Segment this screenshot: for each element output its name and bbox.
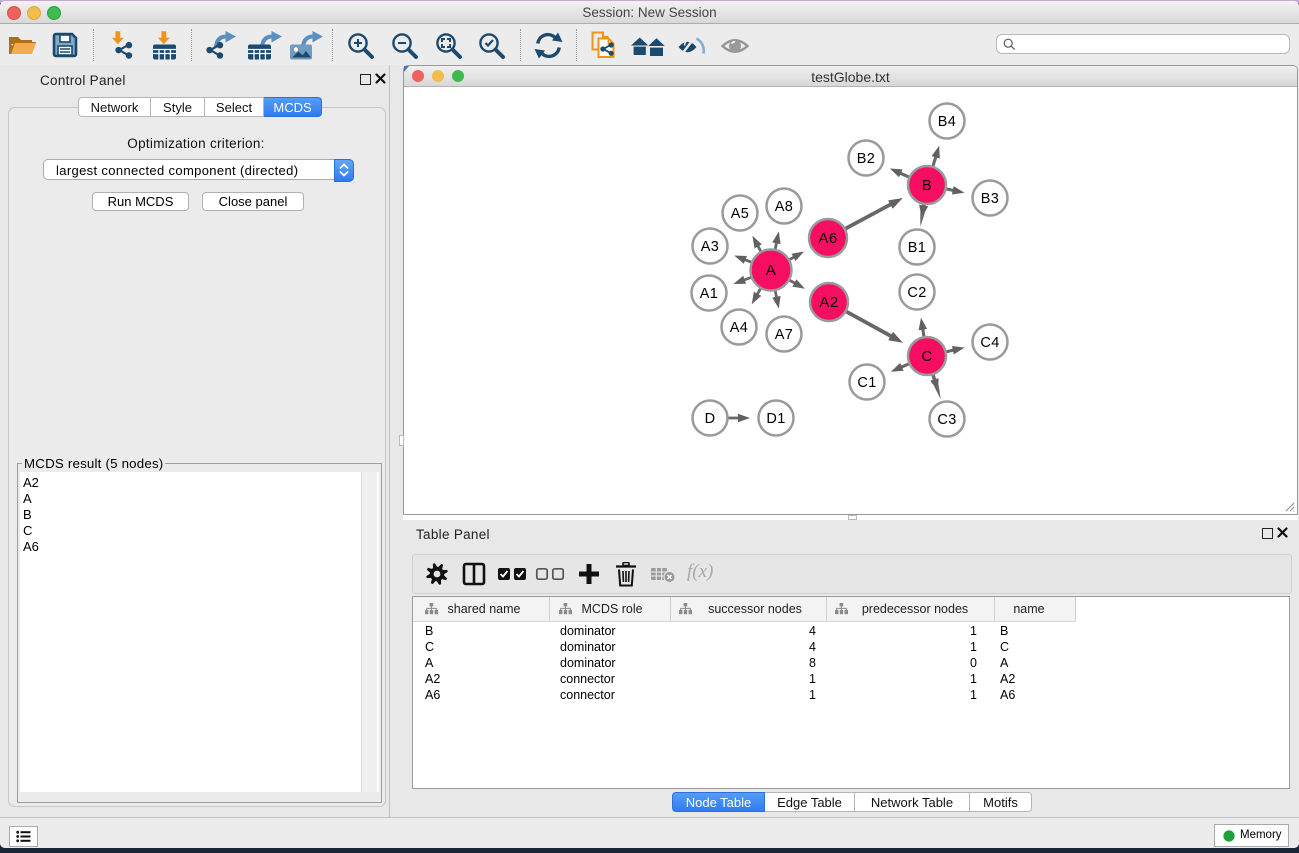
svg-text:B4: B4 [938,114,957,130]
svg-text:B3: B3 [981,191,1000,207]
svg-text:A8: A8 [775,199,794,215]
svg-text:C4: C4 [980,335,999,351]
svg-text:C2: C2 [907,285,926,301]
svg-text:D1: D1 [766,411,785,427]
svg-text:A7: A7 [775,327,794,343]
svg-text:A5: A5 [731,206,750,222]
svg-text:C1: C1 [857,375,876,391]
svg-text:B: B [922,177,932,194]
svg-text:C: C [921,348,932,365]
svg-text:D: D [705,411,716,427]
svg-text:A: A [766,262,776,279]
svg-text:A1: A1 [700,286,719,302]
svg-text:A2: A2 [819,294,838,311]
svg-text:A6: A6 [818,230,837,247]
svg-text:A3: A3 [701,239,720,255]
svg-text:B2: B2 [857,151,876,167]
svg-text:C3: C3 [937,412,956,428]
svg-text:B1: B1 [908,240,927,256]
svg-text:A4: A4 [730,320,749,336]
